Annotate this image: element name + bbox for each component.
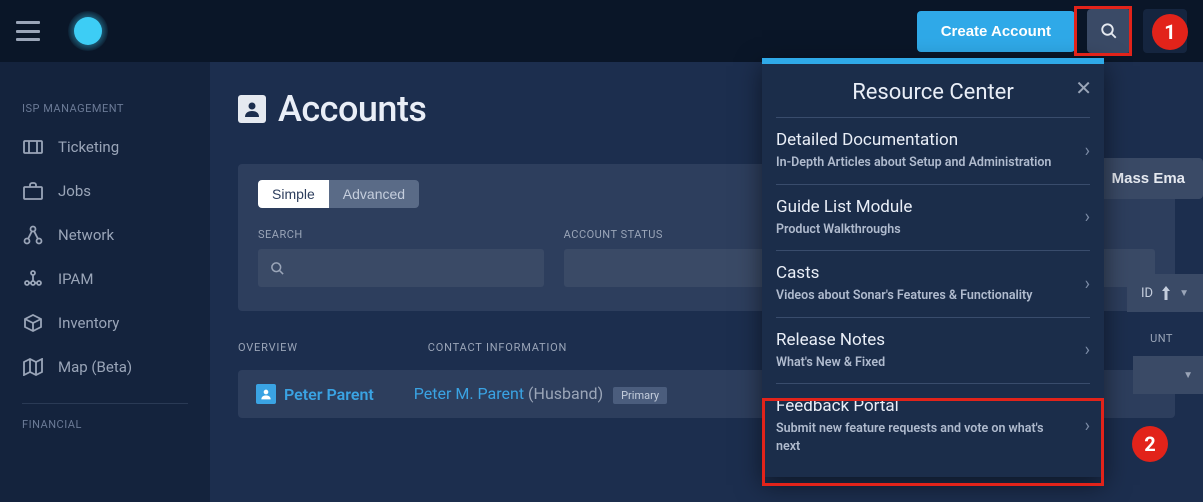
caret-down-icon: ▼ (1183, 370, 1193, 381)
page-title: Accounts (278, 88, 426, 130)
app-logo[interactable] (68, 11, 108, 51)
caret-down-icon: ▼ (1179, 288, 1189, 299)
person-icon (256, 384, 276, 404)
rc-item-guides[interactable]: Guide List Module Product Walkthroughs › (776, 184, 1090, 251)
sidebar-item-label: Inventory (58, 314, 119, 332)
resource-center-popover: Resource Center ✕ Detailed Documentation… (762, 58, 1104, 477)
create-account-button[interactable]: Create Account (917, 11, 1075, 52)
search-input[interactable] (258, 249, 544, 287)
account-link[interactable]: Peter Parent (256, 384, 374, 404)
map-icon (22, 357, 44, 377)
search-button[interactable] (1087, 9, 1131, 53)
sidebar-section-financial: FINANCIAL (0, 404, 210, 441)
rc-item-release-notes[interactable]: Release Notes What's New & Fixed › (776, 317, 1090, 384)
sort-direction-icon (1161, 286, 1171, 300)
extra-filter-select[interactable]: ▼ (1133, 356, 1203, 394)
sidebar: ISP MANAGEMENT Ticketing Jobs Network IP… (0, 62, 210, 502)
sidebar-item-label: IPAM (58, 270, 93, 288)
menu-toggle-icon[interactable] (16, 21, 40, 41)
col-overview: OVERVIEW (238, 341, 298, 354)
chevron-right-icon: › (1085, 340, 1090, 361)
mass-email-button[interactable]: Mass Ema (1094, 158, 1203, 199)
ipam-icon (22, 269, 44, 289)
resource-center-title: Resource Center (762, 80, 1104, 105)
sidebar-item-inventory[interactable]: Inventory (0, 301, 210, 345)
col-contact: CONTACT INFORMATION (428, 341, 567, 354)
accounts-icon (238, 95, 266, 123)
rc-item-subtitle: In-Depth Articles about Setup and Admini… (776, 154, 1070, 172)
extra-filter-label: UNT (1150, 332, 1173, 345)
tab-simple[interactable]: Simple (258, 180, 329, 208)
account-name: Peter Parent (284, 385, 374, 404)
sort-label: ID (1141, 286, 1153, 301)
rc-item-documentation[interactable]: Detailed Documentation In-Depth Articles… (776, 117, 1090, 184)
primary-badge: Primary (613, 387, 667, 404)
chevron-right-icon: › (1085, 273, 1090, 294)
contact-relation: (Husband) (528, 384, 603, 403)
rc-item-title: Casts (776, 263, 1070, 283)
box-icon (22, 313, 44, 333)
sidebar-item-label: Ticketing (58, 138, 119, 156)
chevron-right-icon: › (1085, 207, 1090, 228)
sidebar-item-label: Map (Beta) (58, 358, 132, 376)
contact-cell: Peter M. Parent (Husband) Primary (414, 384, 667, 404)
top-header: Create Account ? (0, 0, 1203, 62)
tab-advanced[interactable]: Advanced (329, 180, 419, 208)
network-icon (22, 225, 44, 245)
search-label: SEARCH (258, 228, 544, 241)
rc-item-title: Detailed Documentation (776, 130, 1070, 150)
rc-item-title: Guide List Module (776, 197, 1070, 217)
rc-item-casts[interactable]: Casts Videos about Sonar's Features & Fu… (776, 250, 1090, 317)
sidebar-section-isp: ISP MANAGEMENT (0, 88, 210, 125)
rc-item-title: Feedback Portal (776, 396, 1070, 416)
sidebar-item-label: Jobs (58, 182, 91, 200)
rc-item-subtitle: Videos about Sonar's Features & Function… (776, 287, 1070, 305)
rc-item-subtitle: Product Walkthroughs (776, 221, 1070, 239)
search-icon (270, 261, 285, 276)
chevron-right-icon: › (1085, 140, 1090, 161)
sidebar-item-ticketing[interactable]: Ticketing (0, 125, 210, 169)
rc-item-subtitle: Submit new feature requests and vote on … (776, 420, 1070, 455)
sidebar-item-label: Network (58, 226, 114, 244)
annotation-callout-1: 1 (1152, 14, 1188, 50)
sidebar-item-network[interactable]: Network (0, 213, 210, 257)
sidebar-item-map[interactable]: Map (Beta) (0, 345, 210, 389)
filter-mode-toggle: Simple Advanced (258, 180, 419, 208)
annotation-callout-2: 2 (1132, 426, 1168, 462)
ticket-icon (22, 137, 44, 157)
close-button[interactable]: ✕ (1075, 76, 1092, 100)
briefcase-icon (22, 181, 44, 201)
sidebar-item-ipam[interactable]: IPAM (0, 257, 210, 301)
rc-item-subtitle: What's New & Fixed (776, 354, 1070, 372)
contact-name[interactable]: Peter M. Parent (414, 384, 524, 403)
rc-item-feedback-portal[interactable]: Feedback Portal Submit new feature reque… (776, 383, 1090, 467)
chevron-right-icon: › (1085, 415, 1090, 436)
sidebar-item-jobs[interactable]: Jobs (0, 169, 210, 213)
close-icon: ✕ (1075, 76, 1092, 100)
sort-dropdown[interactable]: ID ▼ (1127, 274, 1203, 312)
rc-item-title: Release Notes (776, 330, 1070, 350)
search-icon (1100, 22, 1118, 40)
